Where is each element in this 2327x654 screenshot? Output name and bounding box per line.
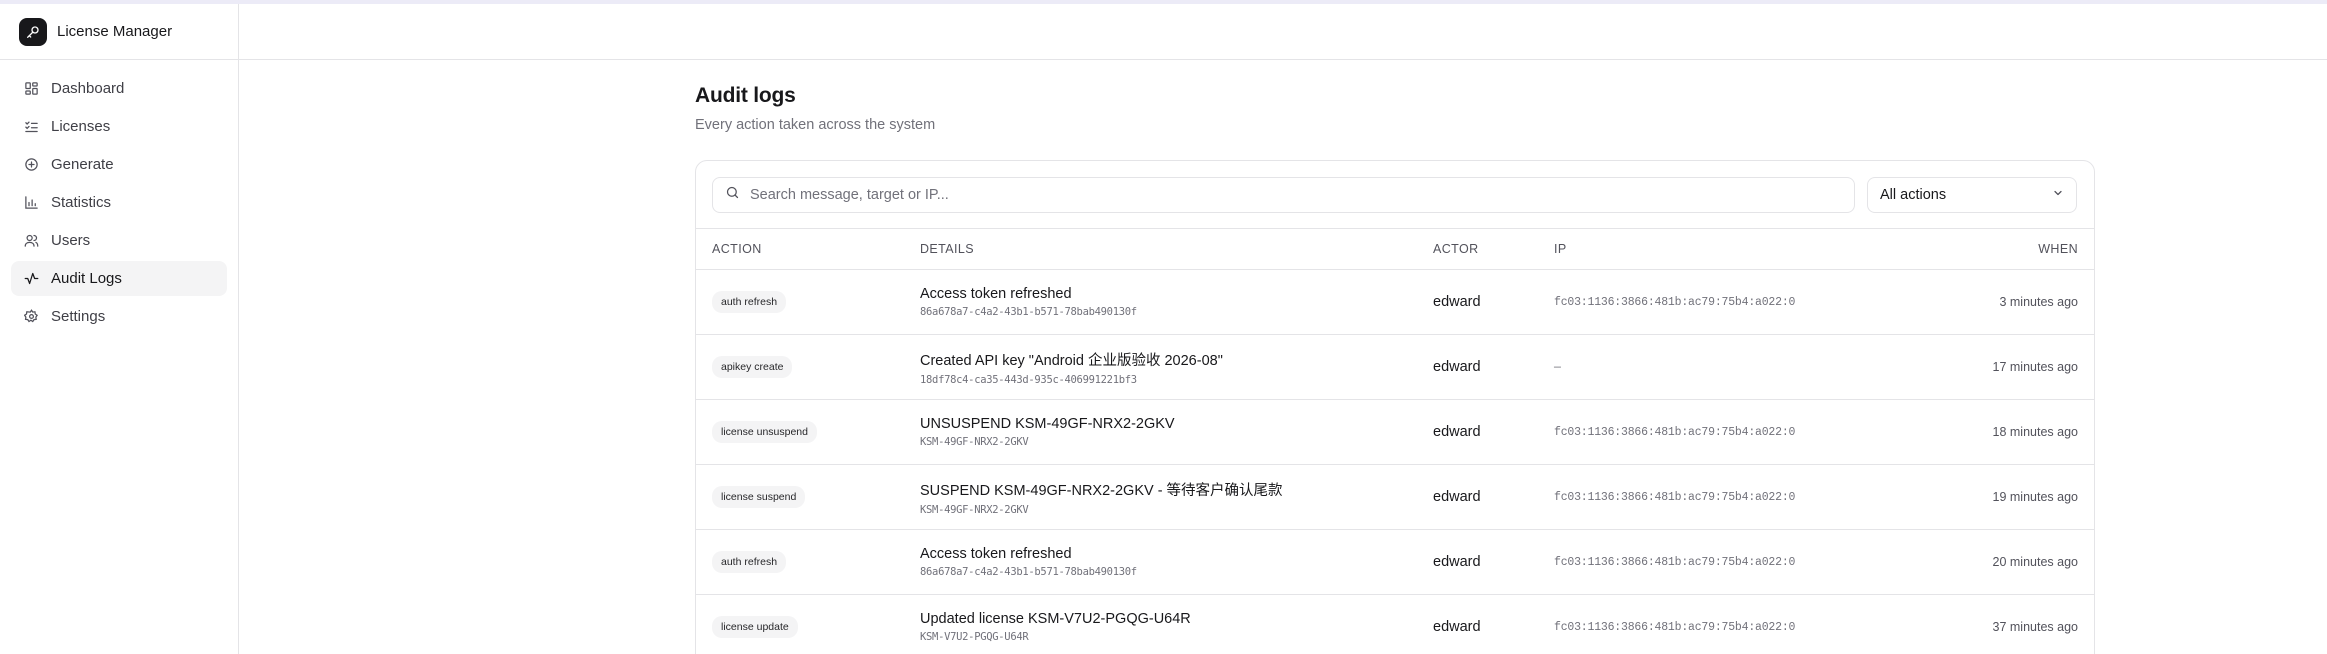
ip-address: fc03:1136:3866:481b:ac79:75b4:a022:0 [1554,620,1796,634]
table-row[interactable]: auth refresh Access token refreshed 86a67… [696,270,2094,335]
search-box[interactable] [712,176,1855,213]
sidebar-item-statistics[interactable]: Statistics [11,185,227,220]
sidebar-item-licenses[interactable]: Licenses [11,109,227,144]
timestamp: 3 minutes ago [1999,295,2078,309]
table-header: ACTION DETAILS ACTOR IP WHEN [696,229,2094,270]
ip-address: fc03:1136:3866:481b:ac79:75b4:a022:0 [1554,490,1796,504]
details-target: KSM-49GF-NRX2-2GKV [920,436,1029,448]
ip-address: fc03:1136:3866:481b:ac79:75b4:a022:0 [1554,295,1796,309]
column-header-details: DETAILS [920,242,974,256]
action-badge: auth refresh [712,291,787,313]
sidebar-item-label: Statistics [51,194,112,211]
action-filter-value: All actions [1880,186,1947,203]
sidebar-item-generate[interactable]: Generate [11,147,227,182]
column-header-actor: ACTOR [1433,242,1479,256]
details-title: Created API key "Android 企业版验收 2026-08" [920,352,1223,369]
app-title: License Manager [57,23,173,40]
details-title: SUSPEND KSM-49GF-NRX2-2GKV - 等待客户确认尾款 [920,482,1283,499]
timestamp: 37 minutes ago [1992,620,2078,634]
sidebar-item-audit-logs[interactable]: Audit Logs [11,261,227,296]
details-title: Access token refreshed [920,286,1072,302]
page-title: Audit logs [695,84,796,107]
gear-icon [23,309,39,325]
action-badge: license update [712,616,798,638]
actor: edward [1433,294,1481,310]
action-badge: license suspend [712,486,806,508]
details-target: 18df78c4-ca35-443d-935c-406991221bf3 [920,373,1137,386]
action-filter-select[interactable]: All actions [1867,176,2077,213]
sidebar-item-settings[interactable]: Settings [11,299,227,334]
actor: edward [1433,619,1481,635]
ip-address: fc03:1136:3866:481b:ac79:75b4:a022:0 [1554,425,1796,439]
plus-circle-icon [23,157,39,173]
list-check-icon [23,119,39,135]
search-input[interactable] [750,186,1750,203]
details-target: 86a678a7-c4a2-43b1-b571-78bab490130f [920,566,1137,578]
search-icon [725,185,740,205]
details-title: UNSUSPEND KSM-49GF-NRX2-2GKV [920,416,1175,432]
details-target: KSM-49GF-NRX2-2GKV [920,503,1029,516]
timestamp: 17 minutes ago [1992,360,2078,374]
details-target: KSM-V7U2-PGQG-U64R [920,631,1029,643]
activity-icon [23,271,39,287]
ip-address: fc03:1136:3866:481b:ac79:75b4:a022:0 [1554,555,1796,569]
brand[interactable]: License Manager [0,4,238,60]
sidebar-item-label: Settings [51,308,106,325]
filter-bar: All actions [696,161,2094,229]
timestamp: 19 minutes ago [1992,490,2078,504]
action-badge: auth refresh [712,551,787,573]
key-icon [19,17,47,46]
sidebar-item-label: Audit Logs [51,270,122,287]
actor: edward [1433,424,1481,440]
users-icon [23,233,39,249]
details-title: Updated license KSM-V7U2-PGQG-U64R [920,611,1191,627]
sidebar-item-label: Users [51,232,91,249]
chevron-down-icon [2052,187,2064,203]
details-title: Access token refreshed [920,546,1072,562]
sidebar-nav: Dashboard Licenses Generate Statistics U… [0,60,238,348]
sidebar-item-label: Generate [51,156,114,173]
action-badge: license unsuspend [712,421,817,443]
table-row[interactable]: license update Updated license KSM-V7U2-… [696,595,2094,654]
table-row[interactable]: license unsuspend UNSUSPEND KSM-49GF-NRX… [696,400,2094,465]
details-target: 86a678a7-c4a2-43b1-b571-78bab490130f [920,306,1137,318]
timestamp: 20 minutes ago [1992,555,2078,569]
sidebar-item-dashboard[interactable]: Dashboard [11,71,227,106]
timestamp: 18 minutes ago [1992,425,2078,439]
main-content: Audit logs Every action taken across the… [695,84,2095,654]
bar-chart-icon [23,195,39,211]
ip-address: — [1554,360,1561,374]
actor: edward [1433,489,1481,505]
actor: edward [1433,359,1481,375]
table-row[interactable]: apikey create Created API key "Android 企… [696,335,2094,400]
column-header-when: WHEN [2038,242,2078,256]
sidebar: License Manager Dashboard Licenses Gener… [0,4,239,654]
table-row[interactable]: license suspend SUSPEND KSM-49GF-NRX2-2G… [696,465,2094,530]
column-header-ip: IP [1554,242,1567,256]
audit-log-card: All actions ACTION DETAILS ACTOR IP WHEN… [695,160,2095,654]
table-row[interactable]: auth refresh Access token refreshed 86a67… [696,530,2094,595]
sidebar-item-label: Dashboard [51,80,125,97]
column-header-action: ACTION [712,242,762,256]
sidebar-item-label: Licenses [51,118,111,135]
dashboard-icon [23,81,39,97]
sidebar-item-users[interactable]: Users [11,223,227,258]
action-badge: apikey create [712,356,793,378]
top-bar [239,4,2327,60]
page-subtitle: Every action taken across the system [695,117,936,133]
actor: edward [1433,554,1481,570]
